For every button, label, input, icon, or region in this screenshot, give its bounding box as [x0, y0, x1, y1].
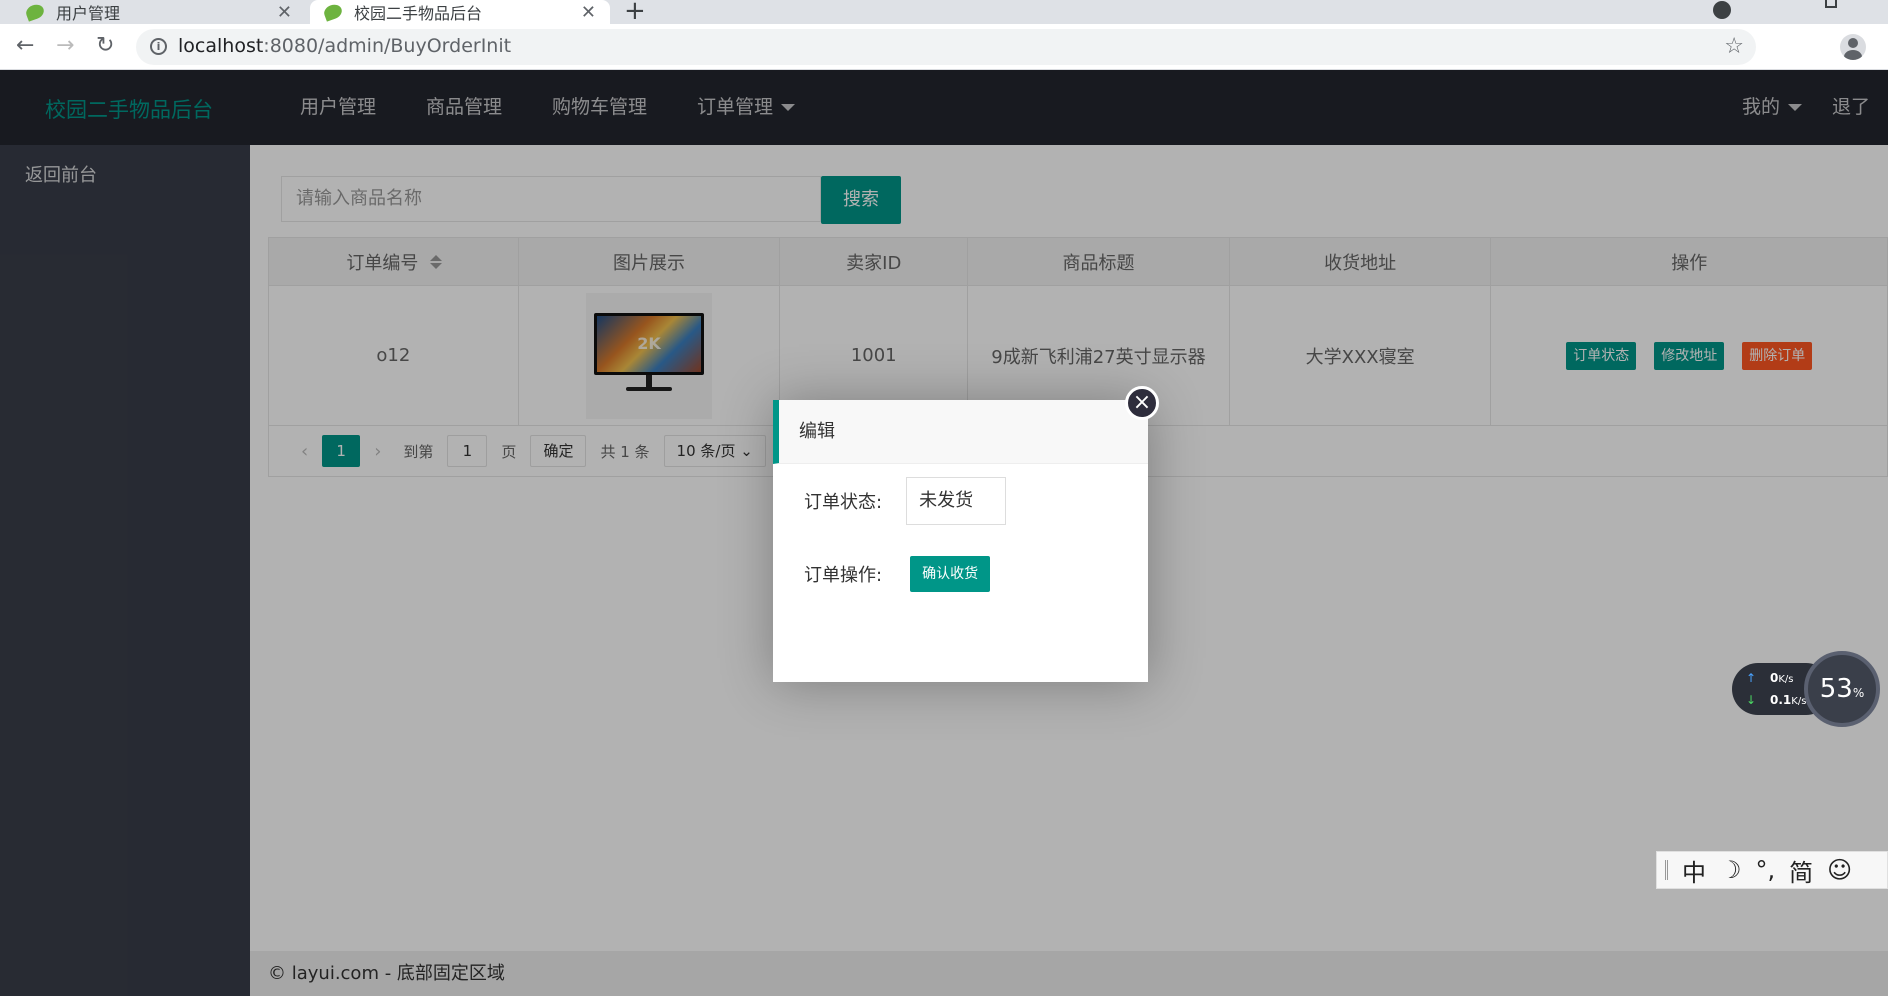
forward-icon[interactable]: → [56, 33, 74, 58]
favicon-icon [24, 2, 46, 22]
profile-avatar-icon[interactable] [1840, 34, 1866, 60]
ime-simplified[interactable]: 简 [1789, 853, 1813, 888]
status-field[interactable]: 未发货 [906, 477, 1007, 525]
close-tab-icon[interactable]: ✕ [581, 2, 596, 23]
favicon-icon [322, 2, 344, 22]
op-label: 订单操作: [804, 565, 883, 586]
back-icon[interactable]: ← [16, 33, 34, 58]
drag-handle-icon[interactable] [1665, 860, 1668, 880]
cpu-gauge: 53% [1804, 651, 1880, 727]
new-tab-icon[interactable]: + [624, 0, 646, 26]
browser-tab-1[interactable]: 用户管理 ✕ [12, 0, 306, 24]
close-tab-icon[interactable]: ✕ [277, 2, 292, 23]
network-monitor-widget[interactable]: ↑ 0K/s ↓ 0.1K/s 53% [1732, 651, 1880, 727]
extension-icon[interactable] [1713, 1, 1731, 19]
confirm-receipt-button[interactable]: 确认收货 [910, 556, 991, 592]
upload-arrow-icon: ↑ [1746, 671, 1757, 685]
bookmark-star-icon[interactable]: ☆ [1724, 34, 1744, 59]
ime-chinese-mode[interactable]: 中 [1682, 853, 1706, 888]
close-icon[interactable]: × [1125, 386, 1159, 420]
browser-tabstrip: 用户管理 ✕ 校园二手物品后台 ✕ + [0, 0, 1888, 26]
ime-toolbar: 中 ☽ °, 简 ☺ [1656, 851, 1888, 889]
browser-tab-2[interactable]: 校园二手物品后台 ✕ [310, 0, 610, 24]
download-arrow-icon: ↓ [1746, 693, 1757, 707]
status-label: 订单状态: [804, 492, 883, 513]
restore-window-icon[interactable] [1825, 0, 1837, 8]
tab-title: 用户管理 [56, 4, 121, 23]
url-text: localhost:8080/admin/BuyOrderInit [178, 35, 512, 57]
moon-icon[interactable]: ☽ [1720, 856, 1742, 884]
url-field[interactable]: i localhost:8080/admin/BuyOrderInit ☆ [136, 29, 1756, 65]
emoji-icon[interactable]: ☺ [1827, 856, 1852, 884]
tab-title: 校园二手物品后台 [354, 4, 483, 23]
address-bar: ← → ↻ i localhost:8080/admin/BuyOrderIni… [0, 24, 1888, 70]
reload-icon[interactable]: ↻ [96, 33, 114, 58]
site-info-icon[interactable]: i [150, 38, 167, 55]
status-row: 订单状态: 未发货 [804, 477, 1007, 525]
modal-title: 编辑 [773, 400, 1148, 464]
op-row: 订单操作: 确认收货 [804, 556, 991, 592]
edit-modal: 编辑 × 订单状态: 未发货 订单操作: 确认收货 [773, 386, 1159, 682]
punctuation-icon[interactable]: °, [1756, 856, 1776, 884]
